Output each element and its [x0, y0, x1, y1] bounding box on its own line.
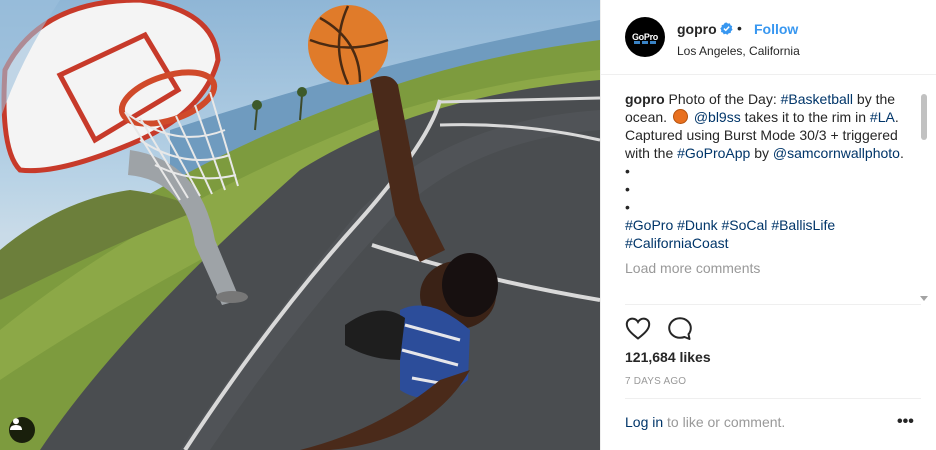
hashtag-link[interactable]: #SoCal	[722, 217, 768, 233]
mention-link[interactable]: @samcornwallphoto	[773, 145, 900, 161]
hashtag-link[interactable]: #Basketball	[781, 91, 853, 107]
caption-segment: Photo of the Day:	[664, 91, 781, 107]
verified-badge-icon	[720, 22, 733, 35]
avatar-logo-bar	[634, 41, 656, 44]
post-side-panel: GoPro gopro • Follow Los Angeles, Califo…	[600, 0, 936, 450]
caption-segment: by	[750, 145, 773, 161]
login-link[interactable]: Log in	[625, 414, 663, 430]
caption-hashtags: #GoPro #Dunk #SoCal #BallisLife #Califor…	[625, 216, 915, 252]
location-link[interactable]: Los Angeles, California	[677, 44, 800, 58]
comments-scrollbar[interactable]	[919, 92, 929, 304]
mention-link[interactable]: @bl9ss	[694, 109, 741, 125]
hashtag-link[interactable]: #Dunk	[677, 217, 717, 233]
hashtag-link[interactable]: #GoProApp	[677, 145, 750, 161]
scroll-down-arrow-icon[interactable]	[920, 296, 928, 301]
like-count[interactable]: 121,684 likes	[625, 349, 711, 365]
caption-bullet: •	[625, 199, 630, 215]
hashtag-link[interactable]: #LA	[870, 109, 895, 125]
user-tag-button[interactable]	[9, 417, 35, 443]
caption-segment: .	[899, 145, 904, 161]
hashtag-link[interactable]: #CaliforniaCoast	[625, 235, 729, 251]
load-more-comments-button[interactable]: Load more comments	[625, 259, 915, 277]
heart-icon[interactable]	[625, 316, 651, 342]
more-options-icon[interactable]: •••	[897, 414, 914, 430]
post-photo[interactable]	[0, 0, 600, 450]
caption-bullet: •	[625, 181, 630, 197]
separator-dot: •	[737, 20, 742, 36]
username-link[interactable]: gopro	[677, 21, 717, 37]
post-header: GoPro gopro • Follow Los Angeles, Califo…	[601, 0, 936, 75]
hashtag-link[interactable]: #GoPro	[625, 217, 673, 233]
comment-icon[interactable]	[667, 316, 693, 342]
hashtag-link[interactable]: #BallisLife	[771, 217, 835, 233]
caption-segment: takes it to the rim in	[740, 109, 870, 125]
login-prompt: Log in to like or comment.	[625, 414, 785, 430]
divider	[625, 304, 921, 305]
photo-illustration	[0, 0, 600, 450]
scrollbar-thumb[interactable]	[921, 94, 927, 140]
caption-author-link[interactable]: gopro	[625, 91, 665, 107]
divider	[625, 398, 921, 399]
avatar[interactable]: GoPro	[625, 17, 665, 57]
basketball-emoji-icon	[672, 109, 688, 124]
follow-button[interactable]: Follow	[754, 21, 798, 37]
caption-bullet: •	[625, 163, 630, 179]
login-prompt-text: to like or comment.	[663, 414, 786, 430]
caption-text: gopro Photo of the Day: #Basketball by t…	[625, 90, 915, 162]
caption-block: gopro Photo of the Day: #Basketball by t…	[625, 90, 915, 302]
post-timestamp[interactable]: 7 DAYS AGO	[625, 376, 686, 387]
person-icon	[10, 418, 22, 430]
action-bar	[625, 316, 693, 342]
